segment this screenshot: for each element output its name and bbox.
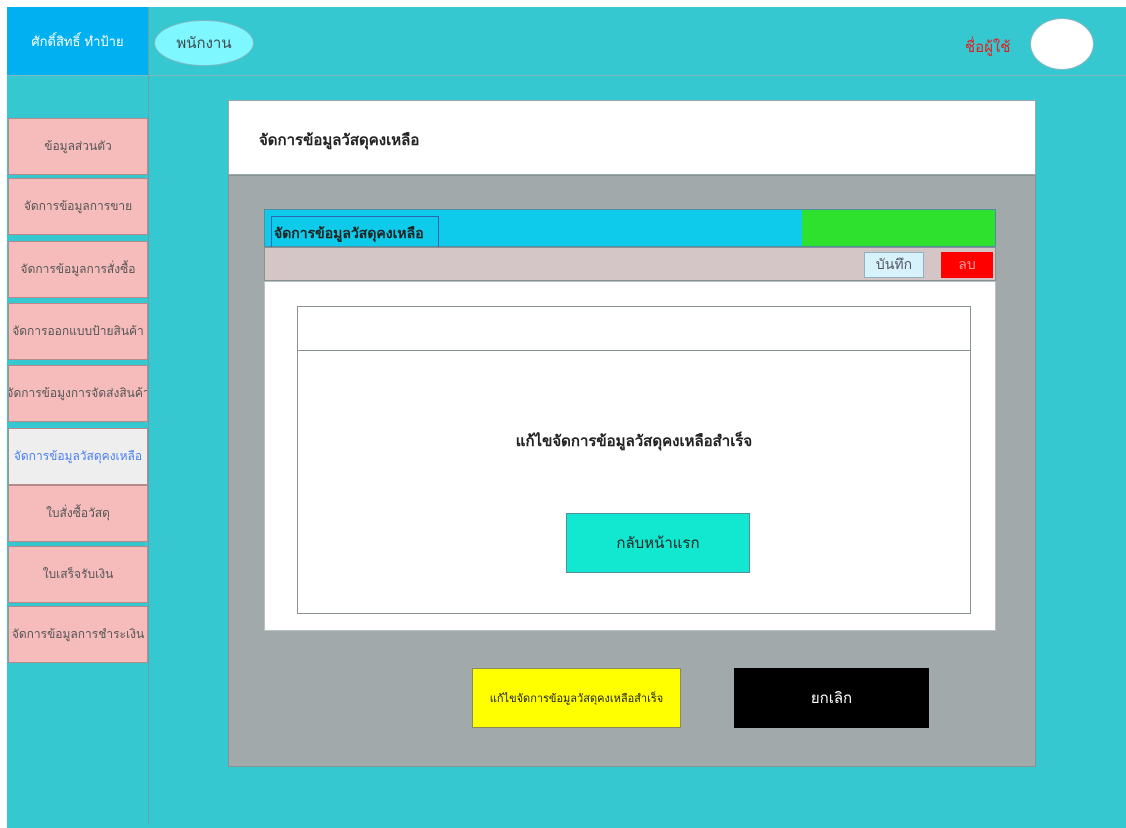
sidebar-item-purchase-order[interactable]: ใบสั่งซื้อวัสดุ (8, 485, 148, 542)
cancel-button[interactable]: ยกเลิก (734, 668, 929, 728)
sidebar-item-label: จัดการข้อมูลการสั่งซื้อ (20, 262, 136, 276)
sidebar-item-label: ใบเสร็จรับเงิน (42, 567, 114, 581)
sidebar-item-payment[interactable]: จัดการข้อมูลการชำระเงิน (8, 606, 148, 663)
action-toolbar: บันทึก ลบ (264, 247, 996, 281)
role-badge[interactable]: พนักงาน (154, 20, 254, 66)
avatar[interactable] (1030, 18, 1094, 70)
username-label: ชื่อผู้ใช้ (965, 38, 1011, 56)
app-frame: ศักดิ์สิทธิ์ ทำป้าย พนักงาน ชื่อผู้ใช้ ข… (7, 7, 1126, 828)
sidebar-item-label: จัดการข้อมูลวัสดุคงเหลือ (13, 449, 143, 463)
back-home-button[interactable]: กลับหน้าแรก (566, 513, 750, 573)
dialog-message: แก้ไขจัดการข้อมูลวัสดุคงเหลือสำเร็จ (515, 432, 753, 450)
sidebar-item-profile[interactable]: ข้อมูลส่วนตัว (8, 118, 148, 175)
sidebar-item-label: ข้อมูลส่วนตัว (44, 139, 112, 153)
dialog-titlebar (298, 307, 970, 351)
confirm-button[interactable]: แก้ไขจัดการข้อมูลวัสดุคงเหลือสำเร็จ (472, 668, 681, 728)
sidebar-item-receipt[interactable]: ใบเสร็จรับเงิน (8, 546, 148, 603)
page-title: จัดการข้อมูลวัสดุคงเหลือ (259, 131, 420, 149)
sidebar-item-label: จัดการข้อมูลการขาย (23, 199, 133, 213)
sidebar-item-label: จัดการข้อมูลการชำระเงิน (11, 627, 145, 641)
sidebar-item-label: ใบสั่งซื้อวัสดุ (46, 506, 110, 520)
sidebar-item-label: จัดการข้อมูงการจัดส่งสินค้า (8, 386, 148, 400)
section-title-bar: จัดการข้อมูลวัสดุคงเหลือ (264, 209, 996, 252)
panel-header: จัดการข้อมูลวัสดุคงเหลือ (228, 100, 1036, 175)
save-button[interactable]: บันทึก (864, 252, 924, 278)
sidebar-item-delivery[interactable]: จัดการข้อมูงการจัดส่งสินค้า (8, 365, 148, 422)
sidebar-item-inventory[interactable]: จัดการข้อมูลวัสดุคงเหลือ (8, 428, 148, 485)
sidebar-item-sales[interactable]: จัดการข้อมูลการขาย (8, 178, 148, 235)
header-divider (7, 75, 1126, 76)
sidebar-item-label: จัดการออกแบบป้ายสินค้า (12, 324, 144, 338)
delete-button[interactable]: ลบ (941, 252, 993, 278)
success-dialog: แก้ไขจัดการข้อมูลวัสดุคงเหลือสำเร็จ กลับ… (297, 306, 971, 614)
sidebar-item-label-design[interactable]: จัดการออกแบบป้ายสินค้า (8, 303, 148, 360)
user-name: ศักดิ์สิทธิ์ ทำป้าย (31, 34, 124, 50)
sidebar-item-orders[interactable]: จัดการข้อมูลการสั่งซื้อ (8, 241, 148, 298)
sidebar-divider (148, 7, 149, 823)
user-name-block: ศักดิ์สิทธิ์ ทำป้าย (7, 7, 148, 75)
role-label: พนักงาน (176, 34, 232, 52)
status-block (802, 210, 995, 246)
